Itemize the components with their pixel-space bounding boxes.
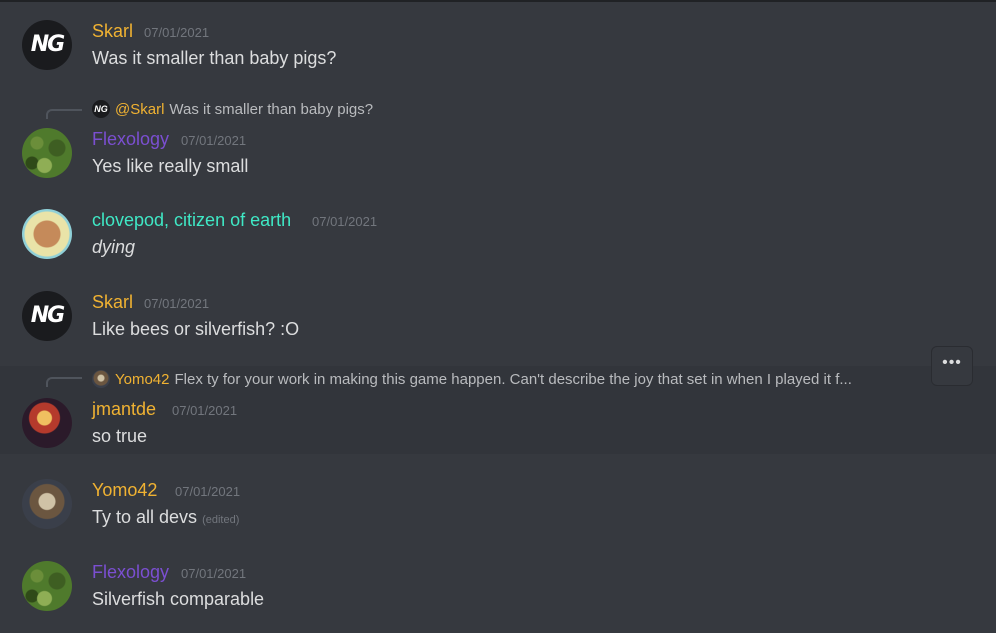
reply-avatar — [92, 370, 110, 389]
timestamp: 07/01/2021 — [175, 484, 241, 499]
username[interactable]: jmantde — [92, 398, 156, 420]
message-text: Yes like really small — [92, 156, 249, 176]
timestamp: 07/01/2021 — [181, 133, 247, 148]
message-1: NG Skarl 07/01/2021 Was it smaller than … — [0, 0, 996, 90]
username[interactable]: clovepod, citizen of earth — [92, 209, 291, 231]
message-body: Ty to all devs — [92, 507, 198, 527]
timestamp: 07/01/2021 — [144, 296, 210, 311]
avatar[interactable]: NG — [22, 20, 72, 70]
timestamp: 07/01/2021 — [144, 25, 210, 40]
message-4: NG Skarl 07/01/2021 Like bees or silverf… — [0, 272, 996, 352]
message-text: dying — [92, 237, 136, 257]
edited-label: (edited) — [202, 514, 240, 526]
timestamp: 07/01/2021 — [172, 403, 238, 418]
more-options-button[interactable]: ••• — [931, 346, 973, 386]
reply-preview[interactable]: NG @Skarl Was it smaller than baby pigs? — [92, 100, 892, 120]
message-text: Silverfish comparable — [92, 589, 265, 609]
avatar[interactable] — [22, 209, 72, 259]
avatar[interactable] — [22, 128, 72, 178]
more-options-icon: ••• — [942, 354, 962, 371]
username[interactable]: Skarl — [92, 291, 133, 313]
reply-preview[interactable]: Yomo42 Flex ty for your work in making th… — [92, 370, 922, 390]
avatar[interactable]: NG — [22, 291, 72, 341]
timestamp: 07/01/2021 — [312, 214, 378, 229]
message-6: Yomo42 07/01/2021 Ty to all devs (edited… — [0, 460, 996, 542]
message-7: Flexology 07/01/2021 Silverfish comparab… — [0, 542, 996, 633]
timestamp: 07/01/2021 — [181, 566, 247, 581]
message-text: Was it smaller than baby pigs? — [92, 48, 337, 68]
message-3: clovepod, citizen of earth 07/01/2021 dy… — [0, 190, 996, 272]
reply-username[interactable]: Yomo42 — [115, 371, 170, 388]
message-text: Ty to all devs (edited) — [92, 506, 239, 531]
reply-avatar: NG — [92, 100, 110, 119]
reply-text: Flex ty for your work in making this gam… — [174, 371, 852, 388]
reply-connector — [46, 377, 82, 387]
username[interactable]: Yomo42 — [92, 479, 157, 501]
username[interactable]: Skarl — [92, 20, 133, 42]
reply-username[interactable]: @Skarl — [115, 101, 164, 118]
reply-connector — [46, 109, 82, 119]
reply-text: Was it smaller than baby pigs? — [169, 101, 374, 118]
message-text: so true — [92, 426, 148, 446]
username[interactable]: Flexology — [92, 128, 169, 150]
username[interactable]: Flexology — [92, 561, 169, 583]
avatar[interactable] — [22, 561, 72, 611]
avatar[interactable] — [22, 479, 72, 529]
message-5: Yomo42 Flex ty for your work in making th… — [0, 366, 996, 454]
message-2: NG @Skarl Was it smaller than baby pigs? F… — [0, 92, 996, 188]
avatar[interactable] — [22, 398, 72, 448]
message-text: Like bees or silverfish? :O — [92, 319, 300, 339]
